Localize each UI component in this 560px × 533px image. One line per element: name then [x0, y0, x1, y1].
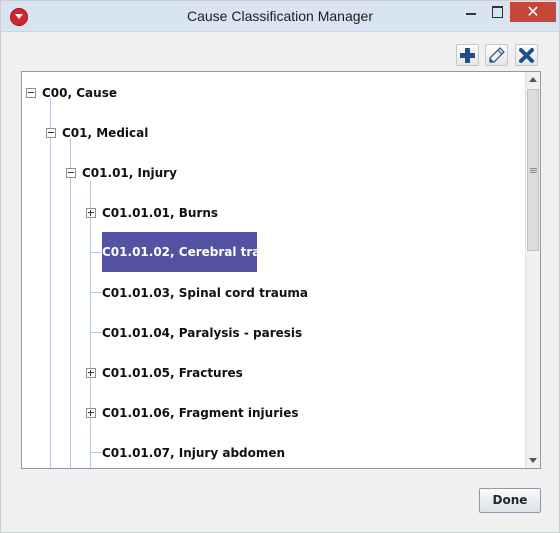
- x-icon: [519, 48, 534, 63]
- collapse-toggle[interactable]: [46, 128, 56, 138]
- tree-node[interactable]: C00, Cause: [42, 82, 117, 104]
- tree-branch-line: [90, 252, 102, 253]
- minimize-icon: [466, 13, 476, 15]
- dialog-window: Cause Classification Manager ✕ C00, Caus…: [0, 0, 560, 533]
- grip-line: [530, 172, 537, 173]
- collapse-toggle[interactable]: [26, 88, 36, 98]
- title-bar[interactable]: Cause Classification Manager ✕: [1, 1, 559, 32]
- tree-node[interactable]: C01.01.04, Paralysis - paresis: [102, 322, 302, 344]
- expand-toggle[interactable]: [86, 208, 96, 218]
- edit-button[interactable]: [485, 44, 508, 66]
- pencil-icon: [489, 47, 505, 63]
- tree-node[interactable]: C01.01, Injury: [82, 162, 177, 184]
- maximize-button[interactable]: [484, 2, 510, 22]
- vertical-scrollbar[interactable]: [525, 72, 540, 468]
- scroll-thumb[interactable]: [527, 89, 539, 251]
- tree-branch-line: [90, 452, 102, 453]
- cause-tree[interactable]: C00, Cause C01, Medical C01.01, Injury C…: [21, 71, 541, 469]
- plus-icon: [460, 48, 475, 63]
- close-button[interactable]: ✕: [510, 2, 556, 22]
- delete-button[interactable]: [515, 44, 538, 66]
- tree-guide-line: [90, 180, 91, 468]
- expand-toggle[interactable]: [86, 408, 96, 418]
- tree-node[interactable]: C01.01.05, Fractures: [102, 362, 243, 384]
- tree-guide-line: [50, 138, 51, 468]
- tree-node[interactable]: C01.01.06, Fragment injuries: [102, 402, 299, 424]
- chevron-up-icon: [529, 77, 537, 82]
- tree-node[interactable]: C01, Medical: [62, 122, 148, 144]
- tree-branch-line: [90, 292, 102, 293]
- expand-toggle[interactable]: [86, 368, 96, 378]
- tree-node[interactable]: C01.01.01, Burns: [102, 202, 218, 224]
- tree-branch-line: [90, 332, 102, 333]
- close-icon: ✕: [526, 2, 540, 21]
- scroll-up-button[interactable]: [526, 72, 540, 88]
- tree-node[interactable]: C01.01.03, Spinal cord trauma: [102, 282, 308, 304]
- grip-line: [530, 168, 537, 169]
- tree-node-selected[interactable]: C01.01.02, Cerebral trauma: [102, 232, 290, 272]
- tree-node[interactable]: C01.01.07, Injury abdomen: [102, 442, 285, 464]
- grip-line: [530, 170, 537, 171]
- scroll-down-button[interactable]: [526, 452, 540, 468]
- chevron-down-icon: [529, 458, 537, 463]
- done-button[interactable]: Done: [479, 488, 541, 513]
- collapse-toggle[interactable]: [66, 168, 76, 178]
- tree-guide-line: [70, 138, 71, 468]
- maximize-icon: [492, 6, 503, 18]
- minimize-button[interactable]: [458, 2, 484, 22]
- add-button[interactable]: [456, 44, 479, 66]
